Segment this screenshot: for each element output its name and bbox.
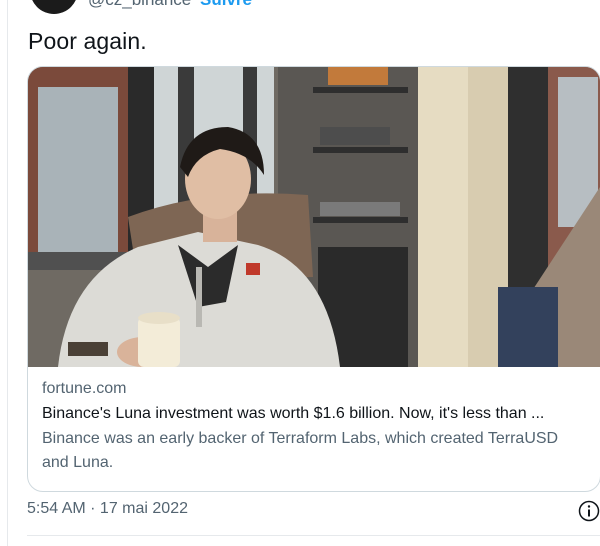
tweet-text: Poor again. [28, 28, 147, 54]
author-handle[interactable]: @cz_binance [88, 0, 191, 10]
tweet-timestamp[interactable]: 5:54 AM · 17 mai 2022 [27, 500, 188, 518]
thread-rule [7, 0, 8, 546]
card-image[interactable] [28, 67, 600, 367]
card-meta: fortune.com Binance's Luna investment wa… [42, 377, 588, 475]
divider [27, 535, 600, 536]
link-card[interactable]: fortune.com Binance's Luna investment wa… [27, 66, 600, 492]
card-domain: fortune.com [42, 380, 127, 397]
card-description: Binance was an early backer of Terraform… [42, 430, 559, 471]
info-circle-icon[interactable] [578, 500, 600, 522]
follow-button[interactable]: Suivre [200, 0, 252, 10]
card-headline[interactable]: Binance's Luna investment was worth $1.6… [42, 401, 588, 427]
author-avatar[interactable] [30, 0, 78, 14]
